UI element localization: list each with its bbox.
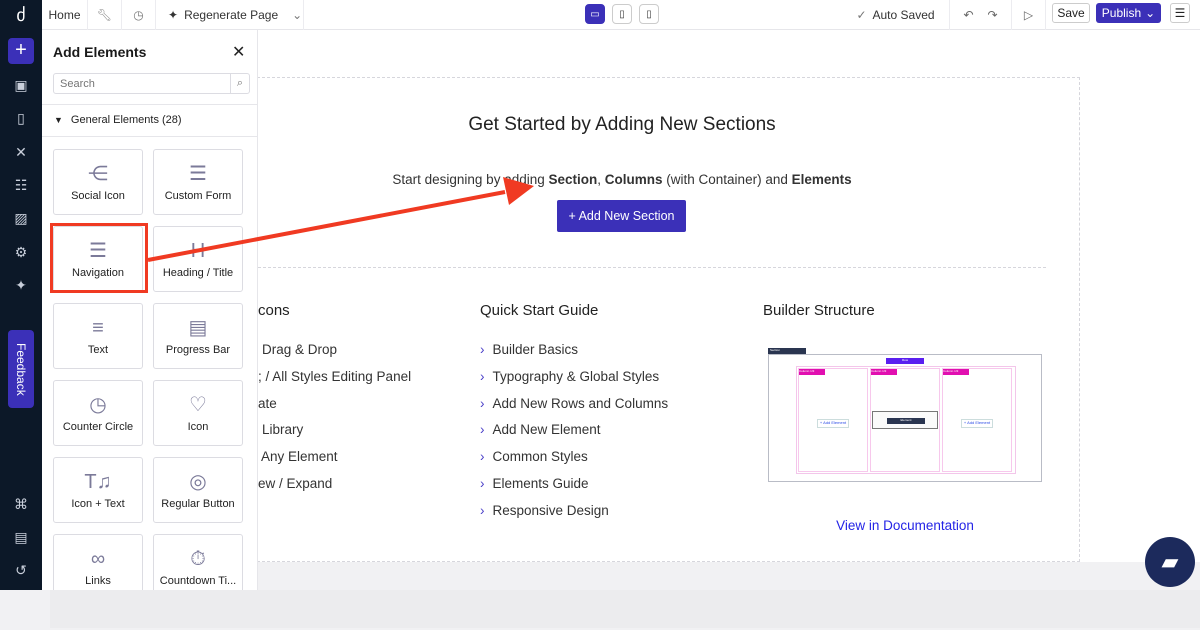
annotation-arrow [147, 177, 534, 262]
bottom-area [50, 590, 1200, 628]
chat-icon[interactable]: ▰ [1145, 537, 1195, 587]
